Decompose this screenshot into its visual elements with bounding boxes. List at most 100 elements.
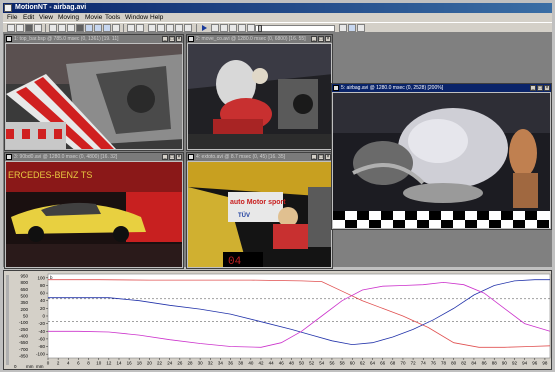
x-tick-label: 72: [411, 361, 417, 366]
copy-button[interactable]: [58, 24, 66, 32]
x-tick-label: 2: [57, 361, 60, 366]
x-tick-label: 38: [238, 361, 244, 366]
layout-button[interactable]: [85, 24, 93, 32]
video-frame-3[interactable]: ERCEDES-BENZ TS: [6, 162, 182, 267]
marker-button[interactable]: [184, 24, 192, 32]
minimize-button[interactable]: _: [311, 36, 317, 42]
window-2-title: 2: move_co.avi @ 1280.0 msec (0, 6800) […: [196, 36, 306, 42]
go-end-button[interactable]: [238, 24, 246, 32]
cut-button[interactable]: [49, 24, 57, 32]
paste-button[interactable]: [67, 24, 75, 32]
video-frame-1[interactable]: [6, 44, 182, 149]
x-tick-label: 98: [542, 361, 548, 366]
close-button[interactable]: ×: [325, 36, 331, 42]
save-file-button[interactable]: [25, 24, 33, 32]
crash-test-frame-3: ERCEDES-BENZ TS: [6, 162, 182, 267]
video-frame-4[interactable]: auto Motor sport TÜV 04: [188, 162, 331, 267]
frame-slider[interactable]: [255, 25, 335, 32]
window-title: MotionNT - airbag.avi: [15, 4, 87, 11]
menu-file[interactable]: File: [7, 14, 17, 21]
maximize-button[interactable]: □: [169, 36, 175, 42]
grid-button[interactable]: [103, 24, 111, 32]
maximize-button[interactable]: □: [318, 154, 324, 160]
sponsor-sign-text: auto Motor sport: [230, 199, 286, 206]
graph-scrollbar[interactable]: [6, 275, 9, 365]
window-button[interactable]: [112, 24, 120, 32]
y2-tick-label: 500: [20, 294, 28, 299]
x-tick-label: 78: [441, 361, 447, 366]
video-frame-5[interactable]: [333, 93, 550, 228]
window-4-titlebar[interactable]: 4: extoto.avi @ 8.7 msec (0, 45) [16. 35…: [187, 153, 332, 161]
x-tick-label: 76: [431, 361, 437, 366]
track-button[interactable]: [175, 24, 183, 32]
step-back-button[interactable]: [220, 24, 228, 32]
new-file-button[interactable]: [7, 24, 15, 32]
stop-button[interactable]: [339, 24, 347, 32]
window-2-titlebar[interactable]: 2: move_co.avi @ 1280.0 msec (0, 6800) […: [187, 35, 332, 43]
x-tick-label: 84: [471, 361, 477, 366]
y-tick-label: -20: [38, 321, 45, 326]
brand-banner-text: ERCEDES-BENZ TS: [8, 170, 92, 180]
close-button[interactable]: ×: [544, 85, 550, 91]
minimize-button[interactable]: _: [162, 36, 168, 42]
maximize-button[interactable]: □: [537, 85, 543, 91]
x-tick-label: 60: [350, 361, 356, 366]
minimize-button[interactable]: _: [162, 154, 168, 160]
window-5[interactable]: 5: airbag.avi @ 1280.0 msec (0, 2528) [2…: [331, 83, 552, 230]
context-help-button[interactable]: [136, 24, 144, 32]
video-frame-2[interactable]: [188, 44, 331, 149]
tile-button[interactable]: [94, 24, 102, 32]
fast-forward-button[interactable]: [247, 24, 255, 32]
status-unit-label: mm: [26, 364, 34, 369]
x-tick-label: 74: [421, 361, 427, 366]
x-tick-label: 50: [299, 361, 305, 366]
motion-graph[interactable]: 100806040200-20-40-60-80-100 95080065050…: [4, 271, 553, 371]
x-tick-label: 30: [198, 361, 204, 366]
y2-tick-label: -850: [19, 354, 29, 359]
window-2[interactable]: 2: move_co.avi @ 1280.0 msec (0, 6800) […: [186, 34, 333, 151]
loop-button[interactable]: [348, 24, 356, 32]
maximize-button[interactable]: □: [318, 36, 324, 42]
menu-moving[interactable]: Moving: [58, 14, 79, 21]
menu-movie[interactable]: Movie: [85, 14, 102, 21]
window-4[interactable]: 4: extoto.avi @ 8.7 msec (0, 45) [16. 35…: [186, 152, 333, 269]
toolbar-separator: [123, 24, 124, 32]
x-tick-label: 24: [167, 361, 173, 366]
record-button[interactable]: [76, 24, 84, 32]
y2-tick-label: 50: [23, 314, 29, 319]
close-button[interactable]: ×: [176, 154, 182, 160]
play-icon[interactable]: [202, 25, 207, 31]
open-file-button[interactable]: [16, 24, 24, 32]
x-tick-label: 90: [502, 361, 508, 366]
pan-button[interactable]: [157, 24, 165, 32]
frame-slider-thumb[interactable]: [258, 25, 262, 32]
window-3[interactable]: 3: 90bd0.avi @ 1280.0 msec (0, 4800) [16…: [4, 152, 184, 269]
help-button[interactable]: [127, 24, 135, 32]
step-forward-button[interactable]: [229, 24, 237, 32]
zoom-button[interactable]: [148, 24, 156, 32]
maximize-button[interactable]: □: [169, 154, 175, 160]
window-5-title: 5: airbag.avi @ 1280.0 msec (0, 2528) [2…: [341, 85, 444, 91]
graph-panel[interactable]: 100 80 60 40 20 0 -20 -40 -60 -80 -100 950 800 650 50…: [3, 270, 552, 370]
window-1[interactable]: 1: top_bar.bsp @ 785.0 msec (0, 1361) [1…: [4, 34, 184, 151]
go-start-button[interactable]: [211, 24, 219, 32]
measure-button[interactable]: [166, 24, 174, 32]
menu-edit[interactable]: Edit: [23, 14, 34, 21]
print-button[interactable]: [34, 24, 42, 32]
y-tick-label: -80: [38, 344, 45, 349]
minimize-button[interactable]: _: [311, 154, 317, 160]
window-3-titlebar[interactable]: 3: 90bd0.avi @ 1280.0 msec (0, 4800) [16…: [5, 153, 183, 161]
menu-help[interactable]: Help: [150, 14, 163, 21]
x-tick-label: 36: [228, 361, 234, 366]
menu-view[interactable]: View: [39, 14, 53, 21]
menu-bar: File Edit View Moving Movie Tools Window…: [3, 13, 552, 22]
x-tick-label: 70: [400, 361, 406, 366]
window-5-titlebar[interactable]: 5: airbag.avi @ 1280.0 msec (0, 2528) [2…: [332, 84, 551, 92]
window-1-titlebar[interactable]: 1: top_bar.bsp @ 785.0 msec (0, 1361) [1…: [5, 35, 183, 43]
minimize-button[interactable]: _: [530, 85, 536, 91]
close-button[interactable]: ×: [176, 36, 182, 42]
x-tick-label: 22: [157, 361, 163, 366]
menu-tools[interactable]: Tools: [105, 14, 120, 21]
options-button[interactable]: [357, 24, 365, 32]
menu-window[interactable]: Window: [125, 14, 148, 21]
